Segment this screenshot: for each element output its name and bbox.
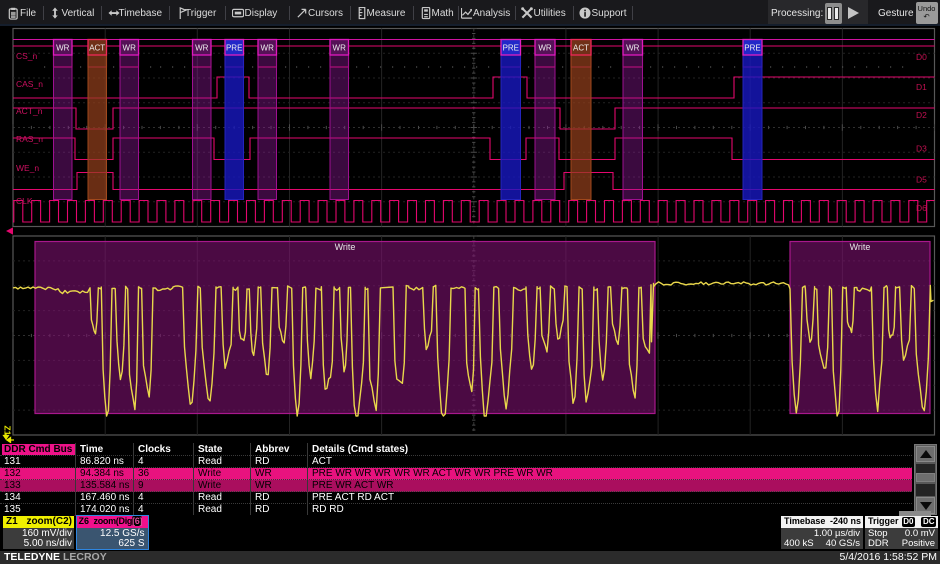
svg-text:D0: D0 bbox=[916, 52, 927, 62]
svg-text:PRE: PRE bbox=[744, 44, 760, 53]
svg-text:D2: D2 bbox=[916, 110, 927, 120]
svg-text:ACT: ACT bbox=[89, 44, 105, 53]
svg-text:WR: WR bbox=[56, 44, 70, 53]
svg-text:D1: D1 bbox=[916, 82, 927, 92]
svg-text:WR: WR bbox=[538, 44, 552, 53]
svg-text:WE_n: WE_n bbox=[16, 163, 39, 173]
svg-text:Z1: Z1 bbox=[3, 426, 13, 436]
svg-text:RAS_n: RAS_n bbox=[16, 134, 43, 144]
svg-text:Write: Write bbox=[335, 242, 356, 252]
svg-text:Write: Write bbox=[850, 242, 871, 252]
svg-text:D5: D5 bbox=[916, 175, 927, 185]
svg-text:PRE: PRE bbox=[503, 44, 519, 53]
svg-text:CLK: CLK bbox=[16, 196, 33, 206]
svg-text:WR: WR bbox=[261, 44, 275, 53]
svg-text:CS_n: CS_n bbox=[16, 51, 38, 61]
svg-text:WR: WR bbox=[333, 44, 347, 53]
svg-text:WR: WR bbox=[195, 44, 209, 53]
svg-text:WR: WR bbox=[123, 44, 137, 53]
svg-text:ACT_n: ACT_n bbox=[16, 106, 43, 116]
svg-text:D3: D3 bbox=[916, 144, 927, 154]
svg-text:CAS_n: CAS_n bbox=[16, 79, 43, 89]
svg-text:D6: D6 bbox=[916, 203, 927, 213]
svg-text:WR: WR bbox=[626, 44, 640, 53]
svg-text:ACT: ACT bbox=[573, 44, 589, 53]
svg-text:PRE: PRE bbox=[226, 44, 242, 53]
